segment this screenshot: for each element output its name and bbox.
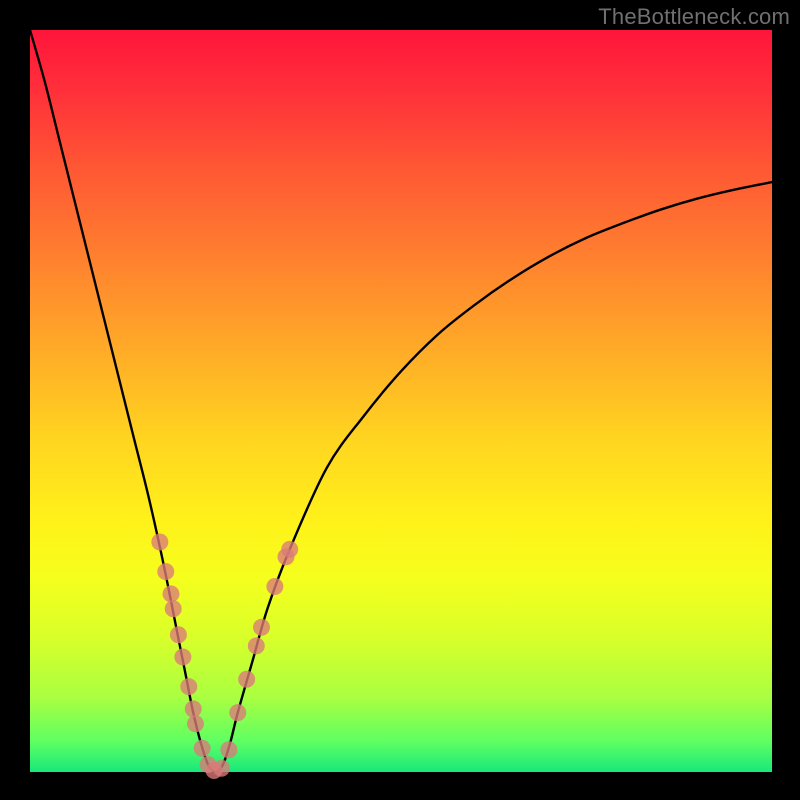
- curve-marker: [157, 563, 174, 580]
- chart-frame: TheBottleneck.com: [0, 0, 800, 800]
- watermark-text: TheBottleneck.com: [598, 4, 790, 30]
- curve-marker: [281, 541, 298, 558]
- curve-marker: [170, 626, 187, 643]
- curve-marker: [185, 700, 202, 717]
- curve-markers: [151, 533, 298, 779]
- curve-marker: [253, 619, 270, 636]
- curve-marker: [238, 671, 255, 688]
- curve-marker: [187, 715, 204, 732]
- curve-marker: [162, 585, 179, 602]
- curve-marker: [213, 760, 230, 777]
- curve-marker: [194, 740, 211, 757]
- curve-marker: [165, 600, 182, 617]
- curve-marker: [248, 637, 265, 654]
- curve-marker: [180, 678, 197, 695]
- curve-marker: [220, 741, 237, 758]
- curve-marker: [266, 578, 283, 595]
- plot-area: [30, 30, 772, 772]
- curve-marker: [229, 704, 246, 721]
- curve-marker: [174, 648, 191, 665]
- bottleneck-curve: [30, 30, 772, 772]
- curve-marker: [151, 533, 168, 550]
- curve-svg: [30, 30, 772, 772]
